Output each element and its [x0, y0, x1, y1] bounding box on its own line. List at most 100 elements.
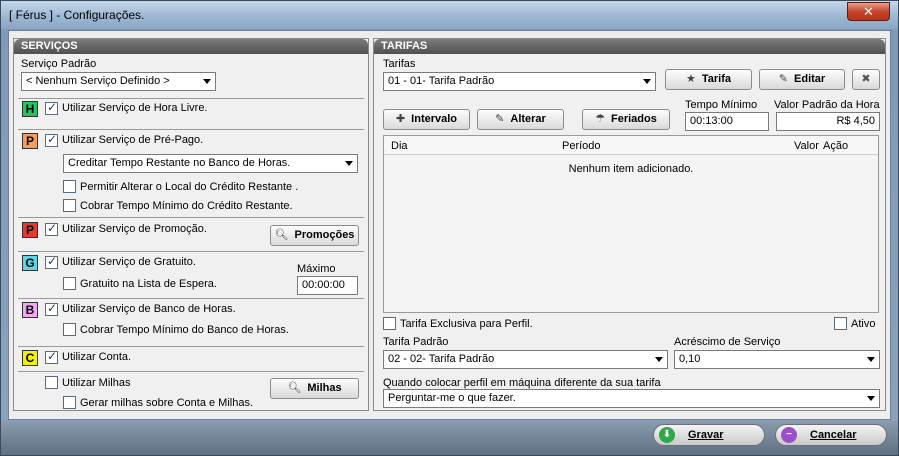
milhas-button[interactable]: 🔍︎ Milhas [270, 378, 359, 399]
perfil-label: Quando colocar perfil em máquina diferen… [383, 377, 661, 389]
pre-pago-badge: P [22, 133, 38, 149]
cobrar-minimo-banco-label: Cobrar Tempo Mínimo do Banco de Horas. [80, 324, 289, 336]
close-icon: ✖ [861, 73, 871, 85]
perfil-value: Perguntar-me o que fazer. [388, 392, 516, 404]
conta-label: Utilizar Conta. [62, 351, 132, 363]
config-window: [ Férus ] - Configurações. ✕ SERVIÇOS Se… [0, 0, 899, 456]
tarifa-padrao-value: 02 - 02- Tarifa Padrão [388, 353, 495, 365]
intervals-grid[interactable]: Dia Período Valor Ação Nenhum item adici… [383, 135, 879, 313]
editar-button-label: Editar [794, 73, 826, 85]
title-bar[interactable]: [ Férus ] - Configurações. ✕ [1, 1, 898, 29]
gratuito-label: Utilizar Serviço de Gratuito. [62, 256, 196, 268]
gerar-milhas-checkbox[interactable] [63, 396, 76, 409]
promocoes-button-label: Promoções [294, 229, 355, 241]
exclusiva-perfil-checkbox[interactable] [383, 317, 396, 330]
umbrella-icon: ☂ [595, 113, 605, 125]
col-periodo: Período [562, 140, 601, 152]
cancelar-button[interactable]: − Cancelar [775, 424, 887, 446]
pre-pago-label: Utilizar Serviço de Pré-Pago. [62, 134, 204, 146]
col-acao: Ação [823, 140, 849, 152]
tarifas-select[interactable]: 01 - 01- Tarifa Padrão [383, 72, 656, 91]
edit-icon: ✎ [495, 113, 505, 125]
edit-icon: ✎ [778, 73, 789, 85]
maximo-input[interactable]: 00:00:00 [297, 276, 358, 295]
separator [18, 129, 364, 130]
pre-pago-credit-select[interactable]: Creditar Tempo Restante no Banco de Hora… [63, 154, 358, 173]
promocao-badge: P [22, 222, 38, 238]
separator [18, 217, 364, 218]
banco-horas-badge: B [22, 302, 38, 318]
milhas-checkbox[interactable] [45, 376, 58, 389]
intervalo-button-label: Intervalo [411, 113, 458, 125]
hora-livre-checkbox[interactable] [45, 100, 58, 115]
servicos-header: SERVIÇOS [14, 39, 368, 54]
download-icon: ⬇ [659, 427, 675, 443]
separator [18, 371, 364, 372]
col-valor: Valor [794, 140, 819, 152]
gerar-milhas-label: Gerar milhas sobre Conta e Milhas. [80, 397, 254, 409]
gratuito-espera-checkbox[interactable] [63, 277, 76, 290]
tarifa-button[interactable]: ★ Tarifa [665, 69, 752, 90]
servico-padrao-label: Serviço Padrão [21, 58, 97, 70]
permitir-alterar-checkbox[interactable] [63, 180, 76, 193]
acrescimo-label: Acréscimo de Serviço [674, 336, 781, 348]
star-icon: ★ [685, 73, 696, 85]
chevron-down-icon [345, 161, 353, 166]
banco-horas-checkbox[interactable] [45, 301, 58, 316]
tarifas-value: 01 - 01- Tarifa Padrão [388, 75, 495, 87]
separator [18, 346, 364, 347]
maximo-label: Máximo [297, 263, 336, 275]
servicos-panel: SERVIÇOS Serviço Padrão < Nenhum Serviço… [13, 38, 369, 411]
conta-badge: C [22, 350, 38, 366]
gravar-button[interactable]: ⬇ Gravar [653, 424, 765, 446]
pre-pago-checkbox[interactable] [45, 132, 58, 147]
gravar-label: Gravar [688, 429, 724, 441]
plus-icon: ✚ [395, 113, 406, 125]
cobrar-minimo-credito-checkbox[interactable] [63, 199, 76, 212]
permitir-alterar-label: Permitir Alterar o Local do Crédito Rest… [80, 181, 299, 193]
cancelar-label: Cancelar [810, 429, 857, 441]
acrescimo-select[interactable]: 0,10 [674, 350, 880, 369]
alterar-button[interactable]: ✎ Alterar [477, 109, 564, 130]
delete-button[interactable]: ✖ [852, 69, 880, 90]
search-icon: 🔍︎ [274, 229, 289, 241]
client-area: SERVIÇOS Serviço Padrão < Nenhum Serviço… [8, 30, 891, 420]
tempo-minimo-input[interactable]: 00:13:00 [685, 112, 769, 131]
pre-pago-credit-value: Creditar Tempo Restante no Banco de Hora… [68, 157, 291, 169]
intervalo-button[interactable]: ✚ Intervalo [383, 109, 470, 130]
alterar-button-label: Alterar [510, 113, 546, 125]
close-button[interactable]: ✕ [847, 2, 890, 21]
promocao-label: Utilizar Serviço de Promoção. [62, 223, 207, 235]
ativo-checkbox[interactable] [834, 317, 847, 330]
tempo-minimo-label: Tempo Mínimo [685, 99, 758, 111]
perfil-select[interactable]: Perguntar-me o que fazer. [383, 389, 880, 408]
minus-icon: − [781, 427, 797, 443]
ativo-label: Ativo [851, 318, 876, 330]
cobrar-minimo-banco-checkbox[interactable] [63, 323, 76, 336]
conta-checkbox[interactable] [45, 349, 58, 364]
valor-padrao-input[interactable]: R$ 4,50 [776, 112, 880, 131]
hora-livre-label: Utilizar Serviço de Hora Livre. [62, 102, 208, 114]
valor-padrao-label: Valor Padrão da Hora [774, 99, 880, 111]
editar-button[interactable]: ✎ Editar [759, 69, 845, 90]
feriados-button-label: Feriados [611, 113, 657, 125]
bottom-bar: ⬇ Gravar − Cancelar [1, 421, 898, 455]
cobrar-minimo-credito-label: Cobrar Tempo Mínimo do Crédito Restante. [80, 200, 293, 212]
hora-livre-badge: H [22, 101, 38, 117]
separator [18, 98, 364, 99]
servico-padrao-select[interactable]: < Nenhum Serviço Definido > [21, 72, 216, 91]
col-dia: Dia [391, 140, 408, 152]
tarifa-padrao-select[interactable]: 02 - 02- Tarifa Padrão [383, 350, 668, 369]
separator [18, 251, 364, 252]
gratuito-checkbox[interactable] [45, 254, 58, 269]
exclusiva-perfil-label: Tarifa Exclusiva para Perfil. [400, 318, 533, 330]
feriados-button[interactable]: ☂ Feriados [582, 109, 670, 130]
promocao-checkbox[interactable] [45, 221, 58, 236]
banco-horas-label: Utilizar Serviço de Banco de Horas. [62, 303, 236, 315]
search-icon: 🔍︎ [287, 382, 302, 394]
tarifas-label: Tarifas [383, 58, 416, 70]
grid-header: Dia Período Valor Ação [384, 136, 878, 155]
tarifa-button-label: Tarifa [701, 73, 731, 85]
promocoes-button[interactable]: 🔍︎ Promoções [270, 225, 359, 246]
gratuito-badge: G [22, 255, 38, 271]
